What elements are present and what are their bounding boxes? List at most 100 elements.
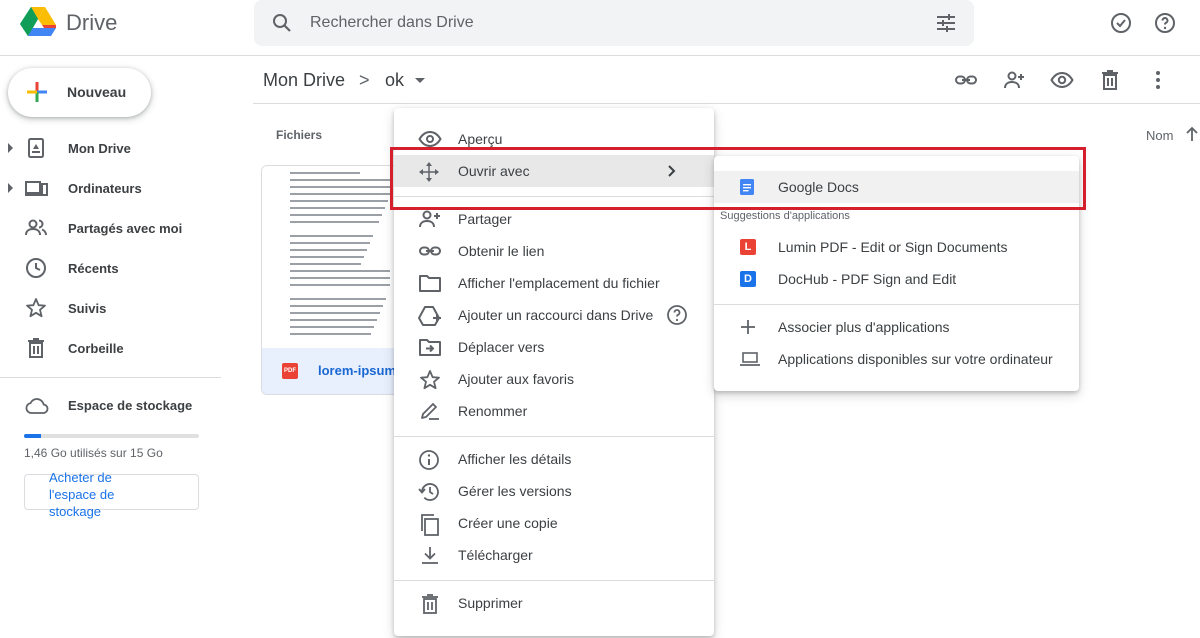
pdf-file-icon: PDF: [282, 363, 298, 379]
thumbnail-text-line: [290, 200, 388, 202]
menu-item-show-location[interactable]: Afficher l'emplacement du fichier: [394, 267, 714, 299]
menu-item-versions[interactable]: Gérer les versions: [394, 475, 714, 507]
shared-icon: [24, 216, 48, 240]
menu-item-delete[interactable]: Supprimer: [394, 587, 714, 619]
thumbnail-text-line: [290, 186, 390, 188]
drive-logo-icon[interactable]: [18, 5, 58, 41]
menu-item-label: Supprimer: [458, 595, 523, 611]
toolbar-divider: [253, 103, 1200, 104]
sidebar-item-label: Récents: [68, 261, 119, 276]
sort-arrow-up-icon[interactable]: [1185, 125, 1199, 143]
search-input[interactable]: Rechercher dans Drive: [310, 14, 474, 32]
app-name: Drive: [66, 10, 118, 35]
expand-caret-icon[interactable]: [8, 183, 13, 193]
storage-progress-fill: [24, 434, 41, 438]
new-button-label: Nouveau: [67, 84, 127, 100]
star-icon: [418, 369, 442, 391]
share-icon[interactable]: [1002, 68, 1026, 92]
thumbnail-text-line: [290, 263, 361, 265]
top-bar: Drive Rechercher dans Drive: [0, 0, 1200, 56]
submenu-item-lumin-pdf[interactable]: L Lumin PDF - Edit or Sign Documents: [714, 231, 1079, 263]
submenu-item-desktop-apps[interactable]: Applications disponibles sur votre ordin…: [714, 343, 1079, 375]
menu-item-label: Renommer: [458, 403, 528, 419]
more-options-icon[interactable]: [1146, 68, 1170, 92]
sidebar-nav: Mon Drive Ordinateurs Partagés avec moi …: [0, 128, 221, 368]
thumbnail-text-line: [290, 298, 386, 300]
storage-progress-bar: [24, 434, 199, 438]
sidebar-item-trash[interactable]: Corbeille: [0, 328, 221, 368]
menu-item-download[interactable]: Télécharger: [394, 539, 714, 571]
menu-item-label: Déplacer vers: [458, 339, 545, 355]
thumbnail-text-line: [290, 326, 374, 328]
thumbnail-text-line: [290, 284, 390, 286]
thumbnail-text-line: [290, 305, 383, 307]
files-section-label: Fichiers: [276, 128, 323, 142]
download-icon: [418, 545, 442, 565]
breadcrumb-current[interactable]: ok: [385, 70, 404, 91]
submenu-item-label: Lumin PDF - Edit or Sign Documents: [778, 239, 1008, 255]
offline-status-icon[interactable]: [1109, 11, 1133, 35]
sidebar-item-recent[interactable]: Récents: [0, 248, 221, 288]
thumbnail-text-line: [290, 333, 371, 335]
thumbnail-text-line: [290, 172, 360, 174]
menu-item-label: Ajouter aux favoris: [458, 371, 574, 387]
search-bar[interactable]: Rechercher dans Drive: [254, 0, 974, 46]
thumbnail-text-line: [290, 193, 390, 195]
sidebar-item-starred[interactable]: Suivis: [0, 288, 221, 328]
menu-item-move-to[interactable]: Déplacer vers: [394, 331, 714, 363]
sidebar-item-computers[interactable]: Ordinateurs: [0, 168, 221, 208]
menu-item-label: Ajouter un raccourci dans Drive: [458, 307, 654, 323]
sidebar-divider: [0, 377, 221, 378]
menu-divider: [394, 580, 714, 581]
sort-by-name[interactable]: Nom: [1146, 128, 1173, 143]
menu-item-label: Créer une copie: [458, 515, 558, 531]
trash-icon[interactable]: [1098, 68, 1122, 92]
menu-item-copy[interactable]: Créer une copie: [394, 507, 714, 539]
cloud-icon: [24, 394, 50, 418]
menu-item-get-link[interactable]: Obtenir le lien: [394, 235, 714, 267]
storage-usage-text: 1,46 Go utilisés sur 15 Go: [24, 446, 163, 460]
menu-item-add-favorite[interactable]: Ajouter aux favoris: [394, 363, 714, 395]
submenu-item-connect-apps[interactable]: Associer plus d'applications: [714, 311, 1079, 343]
preview-eye-icon[interactable]: [1050, 68, 1074, 92]
sidebar-item-label: Partagés avec moi: [68, 221, 183, 236]
person-add-icon: [418, 209, 442, 229]
my-drive-icon: [24, 136, 48, 160]
sidebar-item-label: Corbeille: [68, 341, 124, 356]
sidebar-item-my-drive[interactable]: Mon Drive: [0, 128, 221, 168]
menu-item-add-shortcut[interactable]: Ajouter un raccourci dans Drive: [394, 299, 714, 331]
clock-icon: [24, 256, 48, 280]
menu-item-label: Afficher l'emplacement du fichier: [458, 275, 660, 291]
expand-caret-icon[interactable]: [8, 143, 13, 153]
help-icon[interactable]: [666, 304, 688, 326]
thumbnail-text-line: [290, 235, 373, 237]
sidebar-item-shared[interactable]: Partagés avec moi: [0, 208, 221, 248]
submenu-item-dochub[interactable]: D DocHub - PDF Sign and Edit: [714, 263, 1079, 295]
buy-storage-button[interactable]: Acheter de l'espace de stockage: [24, 470, 199, 519]
info-icon: [418, 449, 442, 471]
breadcrumb-root[interactable]: Mon Drive: [263, 70, 345, 91]
menu-item-label: Télécharger: [458, 547, 533, 563]
menu-item-label: Aperçu: [458, 131, 503, 147]
link-icon[interactable]: [954, 68, 978, 92]
submenu-item-label: DocHub - PDF Sign and Edit: [778, 271, 957, 287]
thumbnail-text-line: [290, 242, 370, 244]
app-suggestions-heading: Suggestions d'applications: [720, 210, 850, 222]
thumbnail-text-line: [290, 256, 364, 258]
menu-item-label: Gérer les versions: [458, 483, 572, 499]
search-options-icon[interactable]: [934, 11, 958, 35]
new-button[interactable]: Nouveau: [8, 68, 151, 117]
thumbnail-text-line: [290, 319, 377, 321]
computers-icon: [24, 176, 48, 200]
thumbnail-text-line: [290, 221, 379, 223]
search-icon[interactable]: [270, 11, 294, 35]
storage-label[interactable]: Espace de stockage: [68, 398, 192, 413]
menu-item-details[interactable]: Afficher les détails: [394, 443, 714, 475]
thumbnail-text-line: [290, 312, 380, 314]
breadcrumb-separator: >: [359, 70, 370, 90]
help-icon[interactable]: [1153, 11, 1177, 35]
shortcut-icon: [418, 305, 442, 327]
chevron-down-icon[interactable]: [415, 78, 425, 83]
menu-item-rename[interactable]: Renommer: [394, 395, 714, 427]
sidebar-item-label: Suivis: [68, 301, 107, 316]
